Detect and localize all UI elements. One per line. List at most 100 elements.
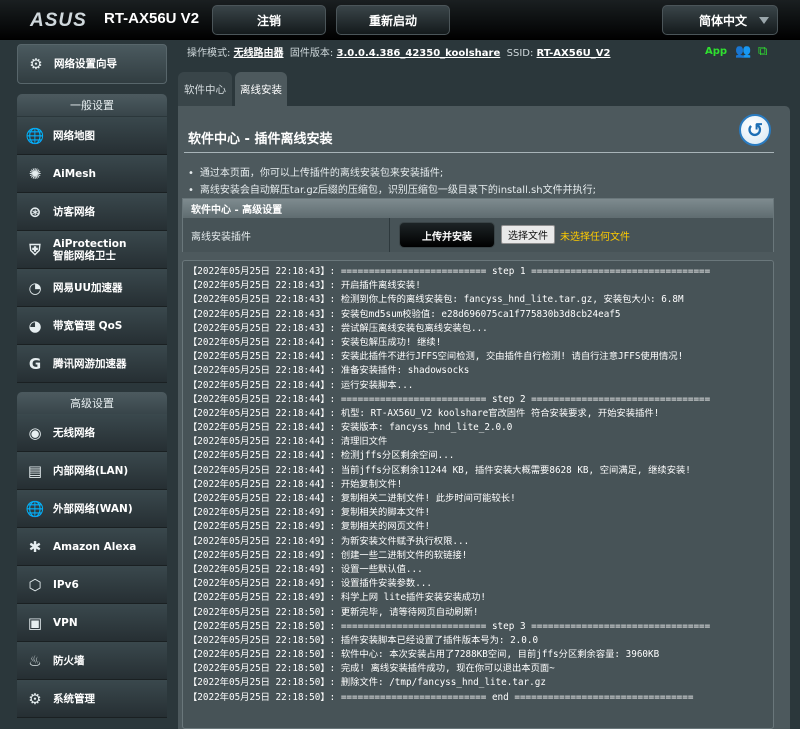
gear-icon: ⚙: [28, 689, 42, 708]
sidebar-item-label: 网络设置向导: [54, 58, 117, 70]
log-line: 【2022年05月25日 22:18:50】: 删除文件: /tmp/fancy…: [188, 677, 546, 689]
ssid-link[interactable]: RT-AX56U_V2: [537, 48, 611, 59]
log-line: 【2022年05月25日 22:18:43】: 开启插件离线安装!: [188, 280, 421, 292]
main-panel: 软件中心 - 插件离线安装 ↺ 通过本页面，你可以上传插件的离线安装包来安装插件…: [178, 106, 790, 729]
sidebar: ⚙ 网络设置向导 一般设置 🌐 网络地图 ✺ AiMesh ⊛ 访客网络 ⛨ AiProtec…: [17, 40, 167, 729]
wizard-gear-icon: ⚙: [29, 55, 43, 73]
log-line: 【2022年05月25日 22:18:44】: 清理旧文件: [188, 436, 388, 448]
sidebar-item[interactable]: ▤ 内部网络(LAN): [17, 452, 167, 490]
operation-mode-label: 操作模式:: [187, 48, 231, 59]
sidebar-item-label: 网易UU加速器: [53, 281, 123, 294]
wan-globe-icon: 🌐: [25, 499, 45, 518]
tab-offline-install[interactable]: 离线安装: [235, 72, 287, 106]
firmware-link[interactable]: 3.0.0.4.386_42350_koolshare: [336, 48, 500, 59]
log-line: 【2022年05月25日 22:18:50】: 软件中心: 本次安装占用了728…: [188, 649, 660, 661]
log-line: 【2022年05月25日 22:18:44】: 复制相关二进制文件! 此步时间可…: [188, 493, 516, 504]
log-line: 【2022年05月25日 22:18:43】: ================…: [188, 266, 711, 277]
ssid-label: SSID:: [506, 48, 534, 59]
sidebar-item-label: VPN: [53, 616, 78, 629]
logout-button[interactable]: 注销: [212, 5, 326, 35]
speedometer-icon: ◔: [28, 278, 42, 297]
divider: [184, 152, 774, 153]
page-title: 软件中心 - 插件离线安装: [188, 132, 333, 147]
sidebar-item[interactable]: ⬡ IPv6: [17, 566, 167, 604]
sidebar-item[interactable]: ◉ 无线网络: [17, 414, 167, 452]
wireless-icon: ◉: [28, 423, 42, 442]
offline-install-label: 离线安装插件: [191, 232, 251, 243]
sidebar-item[interactable]: ⊛ 访客网络: [17, 193, 167, 231]
log-line: 【2022年05月25日 22:18:44】: 当前jffs分区剩余11244 …: [188, 464, 691, 476]
globe-icon: 🌐: [25, 126, 45, 145]
mesh-icon: ✺: [28, 164, 42, 183]
file-status-text: 未选择任何文件: [560, 232, 630, 243]
sidebar-item-label: 网络地图: [53, 129, 95, 142]
log-line: 【2022年05月25日 22:18:49】: 复制相关的脚本文件!: [188, 507, 431, 519]
asus-logo: ASUS: [30, 10, 87, 31]
language-select[interactable]: 简体中文: [662, 5, 778, 35]
sidebar-item-label: 系统管理: [53, 692, 95, 705]
log-line: 【2022年05月25日 22:18:50】: ================…: [188, 691, 694, 703]
top-bar: ASUS RT-AX56U V2 注销 重新启动 简体中文: [0, 0, 800, 40]
guest-network-icon: ⊛: [28, 202, 42, 221]
sidebar-item[interactable]: ⛨ AiProtection 智能网络卫士: [17, 231, 167, 269]
info-bar: 操作模式: 无线路由器 固件版本: 3.0.0.4.386_42350_kool…: [187, 44, 787, 62]
choose-file-button[interactable]: 选择文件: [501, 225, 555, 244]
sidebar-item[interactable]: ▣ VPN: [17, 604, 167, 642]
log-line: 【2022年05月25日 22:18:43】: 检测到你上传的离线安装包: fa…: [188, 294, 684, 306]
vpn-icon: ▣: [27, 613, 43, 632]
sidebar-item-label: 内部网络(LAN): [53, 464, 129, 477]
log-line: 【2022年05月25日 22:18:49】: 科学上网 lite插件安装安装成…: [188, 592, 486, 604]
advanced-settings-table: 软件中心 - 高级设置 离线安装插件 上传并安装 选择文件 未选择任何文件: [182, 198, 774, 252]
lan-icon: ▤: [27, 461, 43, 480]
sidebar-item-label: 外部网络(WAN): [53, 502, 133, 515]
sidebar-item-setup-wizard[interactable]: ⚙ 网络设置向导: [17, 44, 167, 84]
instruction-text: 离线安装会自动解压tar.gz后缀的压缩包，识别压缩包一级目录下的install…: [188, 181, 596, 196]
log-line: 【2022年05月25日 22:18:44】: 准备安装插件: shadowso…: [188, 365, 470, 377]
log-line: 【2022年05月25日 22:18:49】: 为新安装文件赋予执行权限...: [188, 535, 470, 547]
instruction-text: 通过本页面，你可以上传插件的离线安装包来安装插件;: [188, 164, 443, 179]
divider: [389, 218, 390, 252]
log-line: 【2022年05月25日 22:18:43】: 尝试解压离线安装包离线安装包..…: [188, 322, 488, 334]
sidebar-item-label: AiProtection 智能网络卫士: [53, 237, 127, 262]
ipv6-icon: ⬡: [28, 575, 42, 594]
log-line: 【2022年05月25日 22:18:49】: 复制相关的网页文件!: [188, 521, 431, 533]
log-line: 【2022年05月25日 22:18:50】: ================…: [188, 620, 711, 632]
firewall-icon: ♨: [28, 651, 42, 670]
log-line: 【2022年05月25日 22:18:50】: 插件安装脚本已经设置了插件版本号…: [188, 634, 539, 646]
network-status-icon[interactable]: ⧉: [758, 44, 767, 59]
log-line: 【2022年05月25日 22:18:49】: 设置插件安装参数...: [188, 578, 432, 590]
log-line: 【2022年05月25日 22:18:50】: 更新完毕, 请等待网页自动刷新!: [188, 606, 479, 618]
advanced-settings-header: 高级设置: [17, 392, 167, 414]
sidebar-item[interactable]: ♨ 防火墙: [17, 642, 167, 680]
log-line: 【2022年05月25日 22:18:49】: 设置一些默认值...: [188, 563, 423, 575]
sidebar-item[interactable]: 🌐 外部网络(WAN): [17, 490, 167, 528]
language-value: 简体中文: [699, 13, 748, 28]
upload-install-button[interactable]: 上传并安装: [399, 222, 495, 248]
advanced-settings-title: 软件中心 - 高级设置: [183, 199, 773, 218]
log-line: 【2022年05月25日 22:18:49】: 创建一些二进制文件的软链接!: [188, 549, 468, 561]
game-accelerator-icon: G: [28, 354, 42, 373]
sidebar-item[interactable]: ⚙ 系统管理: [17, 680, 167, 718]
operation-mode-link[interactable]: 无线路由器: [234, 48, 284, 59]
sidebar-item[interactable]: ✺ AiMesh: [17, 155, 167, 193]
log-line: 【2022年05月25日 22:18:44】: 安装版本: fancyss_hn…: [188, 422, 513, 434]
sidebar-item[interactable]: 🌐 网络地图: [17, 117, 167, 155]
tab-software-center[interactable]: 软件中心: [178, 72, 232, 106]
sidebar-item[interactable]: G 腾讯网游加速器: [17, 345, 167, 383]
sidebar-item-label: IPv6: [53, 578, 79, 591]
router-model: RT-AX56U V2: [104, 10, 200, 27]
general-settings-header: 一般设置: [17, 94, 167, 116]
app-link[interactable]: App: [705, 46, 727, 57]
sidebar-item[interactable]: ◔ 网易UU加速器: [17, 269, 167, 307]
reboot-button[interactable]: 重新启动: [336, 5, 450, 35]
chevron-down-icon: [759, 17, 769, 24]
back-arrow-icon[interactable]: ↺: [739, 114, 771, 146]
log-line: 【2022年05月25日 22:18:44】: ================…: [188, 393, 711, 405]
users-icon[interactable]: 👥: [735, 44, 751, 59]
sidebar-item-label: 无线网络: [53, 426, 95, 439]
qos-gauge-icon: ◕: [28, 316, 42, 335]
sidebar-item[interactable]: ◕ 带宽管理 QoS: [17, 307, 167, 345]
sidebar-item-label: AiMesh: [53, 167, 97, 180]
sidebar-item[interactable]: ✱ Amazon Alexa: [17, 528, 167, 566]
install-log-textarea[interactable]: 【2022年05月25日 22:18:43】: ================…: [182, 260, 774, 729]
